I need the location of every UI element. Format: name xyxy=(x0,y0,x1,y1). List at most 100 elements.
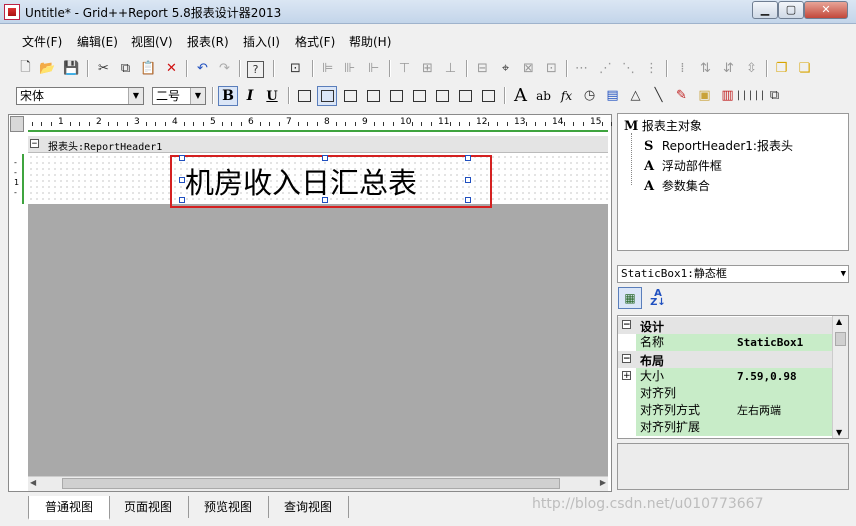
maximize-button[interactable]: ▢ xyxy=(778,1,804,19)
expand-icon[interactable]: + xyxy=(622,371,631,381)
open-folder-icon[interactable]: 📂 xyxy=(38,59,57,78)
menu-file[interactable]: 文件(F) xyxy=(22,33,62,50)
save-icon[interactable]: 💾 xyxy=(62,59,81,78)
tab-normal-view[interactable]: 普通视图 xyxy=(28,496,110,520)
underline-button[interactable]: U xyxy=(262,86,282,106)
font-size-select[interactable]: 二号 ▼ xyxy=(152,87,206,105)
undo-icon[interactable]: ↶ xyxy=(193,59,212,78)
menu-insert[interactable]: 插入(I) xyxy=(243,33,280,50)
same-width-icon[interactable]: ⊟ xyxy=(473,59,492,78)
band-header[interactable]: − 报表头:ReportHeader1 xyxy=(28,136,608,153)
close-button[interactable]: ✕ xyxy=(804,1,848,19)
property-row[interactable]: + 大小 7.59,0.98 xyxy=(618,368,832,385)
resize-handle[interactable] xyxy=(465,197,471,203)
property-row[interactable]: 名称 StaticBox1 xyxy=(618,334,832,351)
property-row[interactable]: 对齐列方式 左右两端 xyxy=(618,402,832,419)
text-align-top-right-button[interactable] xyxy=(340,86,360,106)
picture-icon[interactable]: ▣ xyxy=(695,86,714,105)
scroll-right-icon[interactable]: ▶ xyxy=(600,478,606,487)
categorized-button[interactable]: ▦ xyxy=(618,287,642,309)
italic-button[interactable]: I xyxy=(240,86,260,106)
scroll-thumb[interactable] xyxy=(835,332,846,346)
menu-edit[interactable]: 编辑(E) xyxy=(77,33,118,50)
tab-page-view[interactable]: 页面视图 xyxy=(108,496,189,518)
help-icon[interactable]: ? xyxy=(247,61,264,78)
property-value[interactable]: StaticBox1 xyxy=(734,334,832,351)
minimize-button[interactable]: ▁ xyxy=(752,1,778,19)
vspace-inc-icon[interactable]: ⇅ xyxy=(696,59,715,78)
text-align-middle-right-button[interactable] xyxy=(409,86,429,106)
scroll-left-icon[interactable]: ◀ xyxy=(30,478,36,487)
vspace-dec-icon[interactable]: ⇵ xyxy=(719,59,738,78)
vspace-remove-icon[interactable]: ⇳ xyxy=(742,59,761,78)
tab-preview[interactable]: 预览视图 xyxy=(188,496,269,518)
align-right-icon[interactable]: ⊩ xyxy=(364,59,383,78)
hspace-inc-icon[interactable]: ⋰ xyxy=(596,59,615,78)
line-icon[interactable]: ╲ xyxy=(649,86,668,105)
select-tool-icon[interactable]: ⊡ xyxy=(286,59,305,78)
menu-help[interactable]: 帮助(H) xyxy=(349,33,391,50)
property-row[interactable]: 对齐列扩展 xyxy=(618,419,832,436)
category-layout[interactable]: − 布局 xyxy=(618,351,832,368)
field-box-icon[interactable]: ab xyxy=(534,86,553,105)
tree-item-floating[interactable]: A 浮动部件框 xyxy=(644,157,722,174)
bold-button[interactable]: B xyxy=(218,86,238,106)
menu-view[interactable]: 视图(V) xyxy=(131,33,173,50)
delete-icon[interactable]: ✕ xyxy=(162,59,181,78)
text-align-bottom-center-button[interactable] xyxy=(455,86,475,106)
property-value[interactable] xyxy=(734,419,832,436)
tab-query-view[interactable]: 查询视图 xyxy=(268,496,349,518)
richtext-icon[interactable]: ✎ xyxy=(672,86,691,105)
center-icon[interactable]: ⊡ xyxy=(542,59,561,78)
align-bottom-icon[interactable]: ⊥ xyxy=(441,59,460,78)
align-top-icon[interactable]: ⊤ xyxy=(395,59,414,78)
font-name-select[interactable]: 宋体 ▼ xyxy=(16,87,144,105)
text-align-bottom-right-button[interactable] xyxy=(478,86,498,106)
resize-handle[interactable] xyxy=(465,155,471,161)
collapse-icon[interactable]: − xyxy=(30,139,39,149)
tree-item-parameters[interactable]: A 参数集合 xyxy=(644,177,710,194)
bring-front-icon[interactable]: ❐ xyxy=(772,59,791,78)
alphabetical-button[interactable]: A Z↓ xyxy=(646,287,670,309)
tree-root[interactable]: M 报表主对象 xyxy=(624,117,702,134)
collapse-icon[interactable]: − xyxy=(622,320,631,330)
align-middle-icon[interactable]: ⊞ xyxy=(418,59,437,78)
same-size-icon[interactable]: ⌖ xyxy=(496,59,515,78)
align-left-icon[interactable]: ⊫ xyxy=(318,59,337,78)
category-design[interactable]: − 设计 xyxy=(618,317,832,334)
align-center-icon[interactable]: ⊪ xyxy=(340,59,359,78)
property-scrollbar[interactable]: ▲ ▼ xyxy=(832,316,848,438)
shape-icon[interactable]: △ xyxy=(626,86,645,105)
text-align-top-center-button[interactable] xyxy=(317,86,337,106)
send-back-icon[interactable]: ❏ xyxy=(795,59,814,78)
hspace-equal-icon[interactable]: ⋯ xyxy=(572,59,591,78)
formula-icon[interactable]: fx xyxy=(557,86,576,105)
collapse-icon[interactable]: − xyxy=(622,354,631,364)
subreport-icon[interactable]: ⧉ xyxy=(765,86,784,105)
text-align-bottom-left-button[interactable] xyxy=(432,86,452,106)
chart-icon[interactable]: ▥ xyxy=(718,86,737,105)
system-var-icon[interactable]: ◷ xyxy=(580,86,599,105)
resize-handle[interactable] xyxy=(465,177,471,183)
property-value[interactable]: 7.59,0.98 xyxy=(734,368,832,385)
redo-icon[interactable]: ↷ xyxy=(215,59,234,78)
vspace-equal-icon[interactable]: ⁞ xyxy=(673,59,692,78)
copy-icon[interactable]: ⧉ xyxy=(116,59,135,78)
same-height-icon[interactable]: ⊠ xyxy=(519,59,538,78)
scroll-thumb[interactable] xyxy=(62,478,560,489)
static-text-icon[interactable]: A xyxy=(511,85,530,106)
hspace-dec-icon[interactable]: ⋱ xyxy=(619,59,638,78)
paste-icon[interactable]: 📋 xyxy=(139,59,158,78)
property-value[interactable]: 左右两端 xyxy=(734,402,832,419)
text-align-top-left-button[interactable] xyxy=(294,86,314,106)
scroll-down-icon[interactable]: ▼ xyxy=(836,428,842,437)
barcode-icon[interactable]: ||||| xyxy=(735,86,765,105)
memo-icon[interactable]: ▤ xyxy=(603,86,622,105)
hspace-remove-icon[interactable]: ⋮ xyxy=(642,59,661,78)
scroll-up-icon[interactable]: ▲ xyxy=(836,317,842,326)
text-align-middle-center-button[interactable] xyxy=(386,86,406,106)
horizontal-scrollbar[interactable]: ◀ ▶ xyxy=(28,476,608,491)
menu-report[interactable]: 报表(R) xyxy=(187,33,229,50)
object-selector[interactable]: StaticBox1:静态框 ▼ xyxy=(617,265,849,283)
tree-item-reportheader[interactable]: S ReportHeader1:报表头 xyxy=(644,137,793,154)
